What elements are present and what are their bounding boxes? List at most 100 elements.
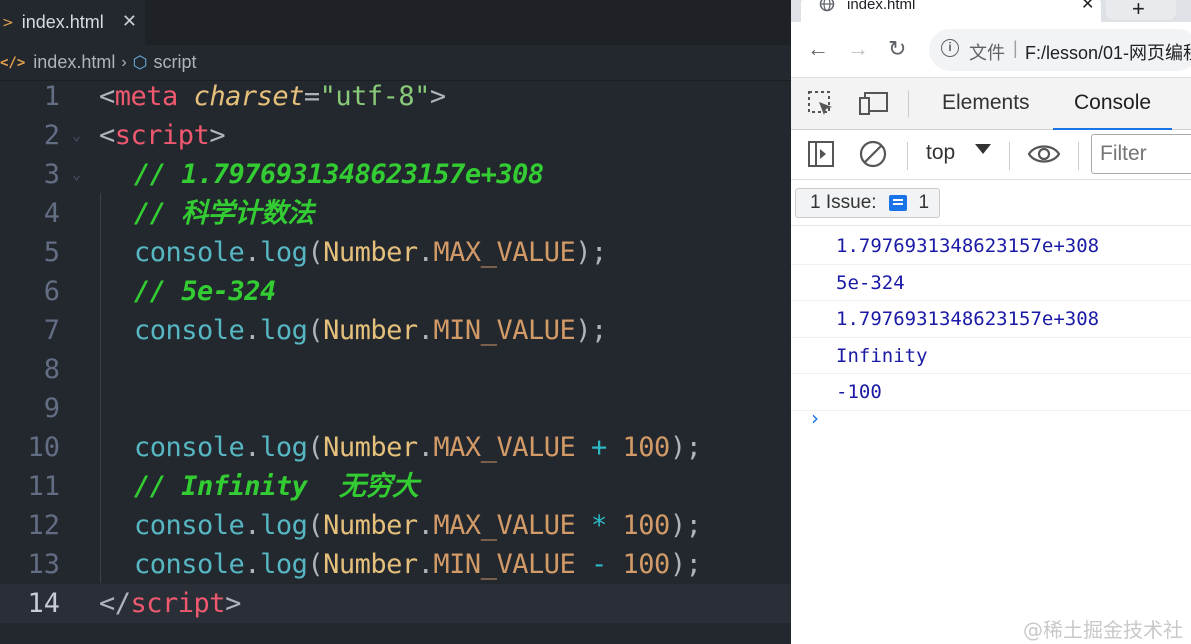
line-number: 1	[43, 81, 60, 112]
code-line[interactable]: 5 console.log(Number.MAX_VALUE);	[0, 233, 791, 272]
code-text: console.log(Number.MAX_VALUE * 100);	[134, 506, 702, 545]
devtools-toolbar: Elements Console	[791, 78, 1191, 130]
line-number: 11	[27, 471, 60, 502]
code-line[interactable]: 9	[0, 389, 791, 428]
code-token: console	[134, 432, 245, 463]
code-line[interactable]: 10 console.log(Number.MAX_VALUE + 100);	[0, 428, 791, 467]
code-line[interactable]: 3 ⌄ // 1.7976931348623157e+308	[0, 155, 791, 194]
code-text: // Infinity 无穷大	[134, 467, 419, 506]
dropdown-arrow-icon[interactable]	[975, 144, 991, 154]
reload-button[interactable]: ↻	[888, 36, 906, 62]
console-toolbar: top	[791, 130, 1191, 180]
code-line[interactable]: 2 ⌄ <script>	[0, 116, 791, 155]
code-token: console	[134, 237, 245, 268]
code-token: );	[669, 549, 702, 580]
message-icon	[888, 195, 907, 211]
code-token: log	[260, 315, 308, 346]
console-messages: 1.7976931348623157e+308 5e-324 1.7976931…	[791, 228, 1191, 411]
code-line[interactable]: 8	[0, 350, 791, 389]
code-text: // 1.7976931348623157e+308	[134, 155, 544, 194]
editor-tab-index-html[interactable]: > index.html ✕	[0, 0, 145, 45]
code-token: .	[417, 432, 434, 463]
code-token: .	[417, 510, 434, 541]
info-icon[interactable]: i	[941, 39, 959, 57]
code-token: (	[307, 432, 324, 463]
code-text: // 科学计数法	[134, 194, 314, 233]
code-text: console.log(Number.MIN_VALUE - 100);	[134, 545, 702, 584]
code-token: "utf-8"	[319, 81, 431, 112]
code-token: );	[575, 315, 607, 346]
watermark: @稀土掘金技术社区	[1023, 618, 1183, 642]
code-token: script	[130, 588, 226, 619]
code-token: MAX_VALUE	[433, 237, 576, 268]
code-line[interactable]: 7 console.log(Number.MIN_VALUE);	[0, 311, 791, 350]
code-token: <	[99, 81, 115, 112]
code-token: MAX_VALUE	[433, 432, 576, 463]
line-number: 2	[43, 120, 60, 151]
code-token: (	[307, 315, 324, 346]
code-line[interactable]: 4 // 科学计数法	[0, 194, 791, 233]
code-text: console.log(Number.MAX_VALUE + 100);	[134, 428, 702, 467]
breadcrumb-file[interactable]: index.html	[33, 52, 115, 73]
plus-icon: +	[1132, 0, 1145, 21]
issues-button[interactable]: 1 Issue: 1	[795, 188, 941, 218]
browser-window: index.html ✕ + ← → ↻ i 文件 | F:/lesson/01…	[791, 0, 1191, 644]
eye-icon[interactable]	[1027, 140, 1061, 173]
code-text: </script>	[99, 584, 241, 623]
issues-label: 1 Issue:	[810, 192, 877, 213]
sidebar-toggle-icon[interactable]	[807, 140, 835, 173]
toolbar-divider	[1078, 142, 1079, 170]
html-file-icon: >	[2, 14, 14, 31]
code-token: log	[260, 510, 308, 541]
line-number: 13	[27, 549, 60, 580]
tab-elements[interactable]: Elements	[942, 78, 1030, 130]
code-token: .	[244, 315, 261, 346]
forward-button[interactable]: →	[847, 36, 869, 62]
tab-console[interactable]: Console	[1053, 78, 1173, 130]
toolbar-divider	[1009, 142, 1010, 170]
code-text: console.log(Number.MIN_VALUE);	[134, 311, 607, 350]
line-number: 8	[43, 354, 60, 385]
filter-input[interactable]	[1091, 134, 1191, 174]
console-message: 1.7976931348623157e+308	[791, 228, 1191, 265]
omnibox[interactable]: i 文件 | F:/lesson/01-网页编程	[929, 29, 1191, 71]
fold-chevron-icon[interactable]: ⌄	[72, 116, 81, 155]
html-file-icon: </>	[0, 54, 26, 71]
browser-tab[interactable]: index.html ✕	[801, 0, 1101, 22]
clear-console-icon[interactable]	[859, 140, 887, 173]
toolbar-divider	[907, 142, 908, 170]
code-token: .	[244, 237, 261, 268]
console-prompt[interactable]: ›	[811, 406, 819, 430]
context-selector[interactable]: top	[926, 141, 955, 165]
code-token: 100	[622, 432, 671, 463]
cube-icon: ⬡	[132, 52, 148, 72]
device-toolbar-icon[interactable]	[859, 90, 889, 123]
browser-tab-title: index.html	[847, 0, 916, 13]
code-token: =	[303, 81, 320, 112]
breadcrumb-symbol[interactable]: script	[154, 52, 197, 73]
code-token: >	[209, 120, 226, 151]
new-tab-button[interactable]: +	[1106, 0, 1176, 21]
browser-tab-strip: index.html ✕ +	[791, 0, 1191, 22]
code-line[interactable]: 13 console.log(Number.MIN_VALUE - 100);	[0, 545, 791, 584]
inspect-element-icon[interactable]	[807, 90, 835, 123]
omnibox-url[interactable]: F:/lesson/01-网页编程	[1025, 39, 1191, 65]
fold-chevron-icon[interactable]: ⌄	[72, 155, 81, 194]
code-line[interactable]: 14 </script>	[0, 584, 791, 623]
code-token: charset	[193, 81, 305, 112]
code-token: script	[114, 120, 210, 151]
chevron-right-icon: ›	[121, 53, 127, 71]
code-line[interactable]: 11 // Infinity 无穷大	[0, 467, 791, 506]
close-icon[interactable]: ✕	[122, 11, 137, 32]
back-button[interactable]: ←	[807, 36, 829, 62]
code-token: .	[417, 549, 434, 580]
code-line[interactable]: 6 // 5e-324	[0, 272, 791, 311]
code-line[interactable]: 12 console.log(Number.MAX_VALUE * 100);	[0, 506, 791, 545]
code-line[interactable]: 1 <meta charset="utf-8">	[0, 77, 791, 116]
code-token: </	[99, 588, 131, 619]
code-token: // Infinity 无穷大	[134, 471, 419, 502]
code-token: log	[260, 549, 308, 580]
close-icon[interactable]: ✕	[1081, 0, 1094, 14]
code-area[interactable]: 1 <meta charset="utf-8"> 2 ⌄ <script> 3 ⌄// 1.…	[0, 77, 791, 644]
